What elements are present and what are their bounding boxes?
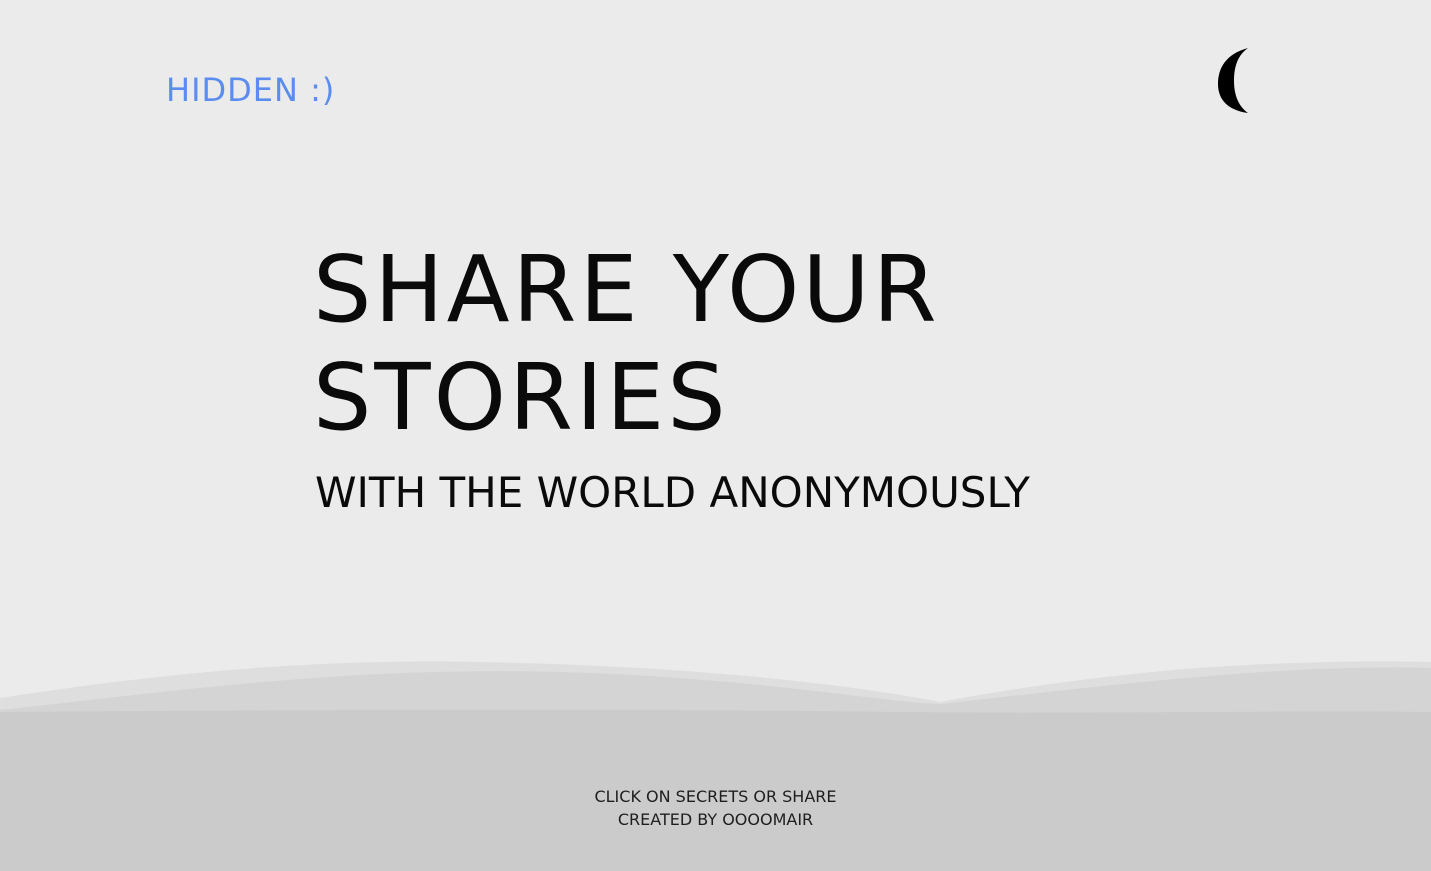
site-logo-link[interactable]: HIDDEN :) (166, 70, 335, 110)
hero-title: SHARE YOUR STORIES (313, 236, 1030, 452)
moon-icon (1218, 48, 1248, 113)
theme-toggle-button[interactable] (1210, 44, 1256, 118)
footer-waves-decoration (0, 661, 1431, 871)
hero-title-line-1: SHARE YOUR (313, 236, 940, 343)
footer-hint-text: CLICK ON SECRETS OR SHARE (594, 787, 837, 806)
hero-title-line-2: STORIES (313, 344, 729, 451)
hero-subtitle: WITH THE WORLD ANONYMOUSLY (315, 468, 1030, 517)
hero-section: SHARE YOUR STORIES WITH THE WORLD ANONYM… (313, 236, 1030, 520)
footer-credit-text: CREATED BY OOOOMAIR (617, 810, 814, 829)
footer: CLICK ON SECRETS OR SHARE CREATED BY OOO… (0, 785, 1431, 831)
